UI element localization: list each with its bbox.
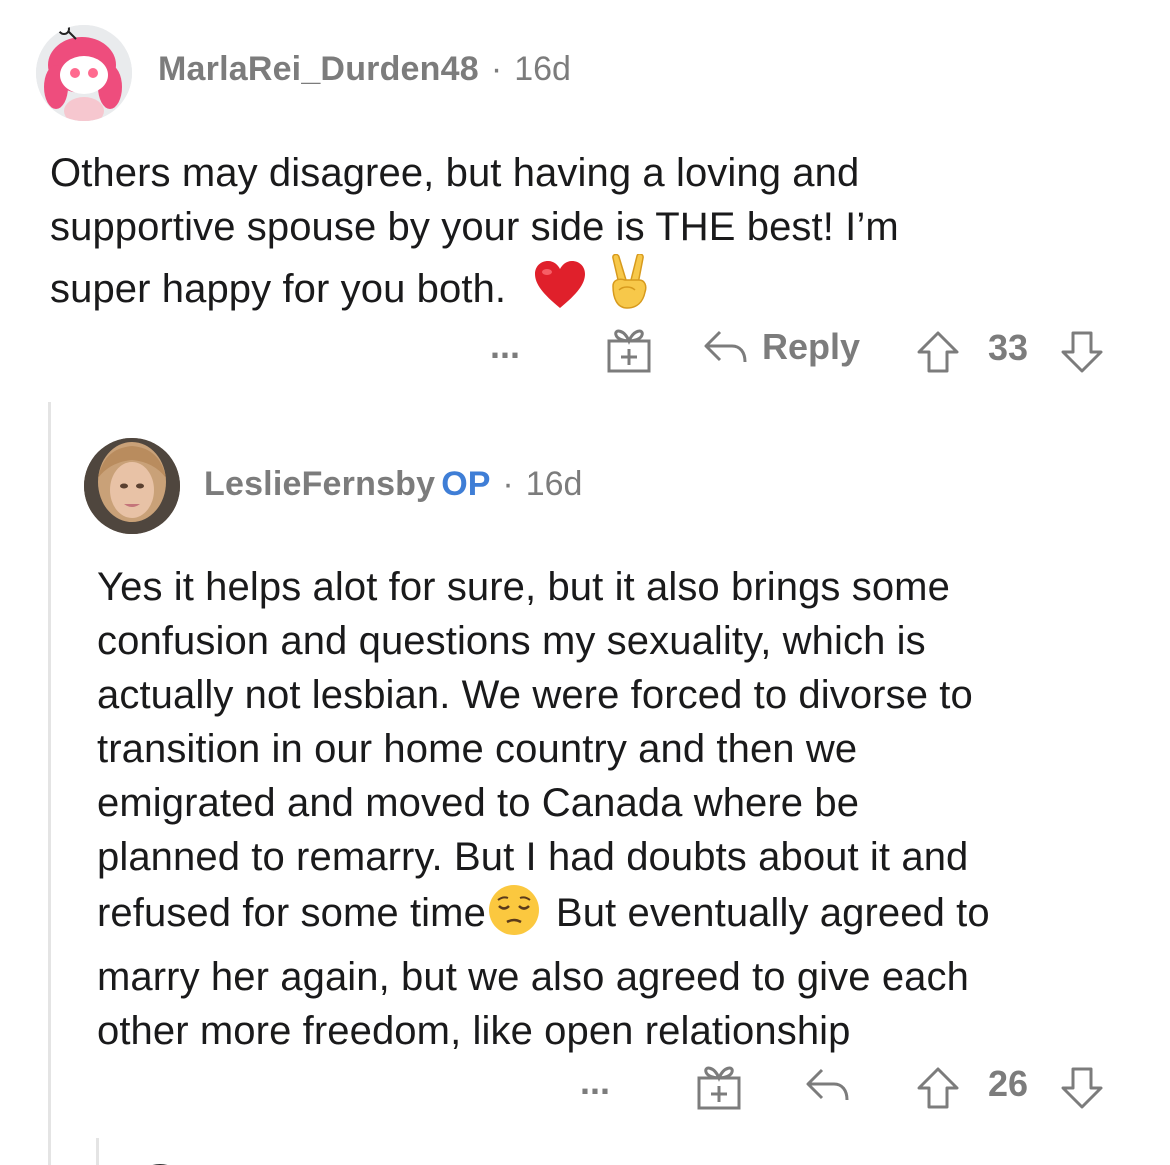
username[interactable]: MarlaRei_Durden48 <box>158 50 479 88</box>
arrow-up-icon[interactable] <box>916 1066 960 1110</box>
more-options-label: ... <box>580 1061 611 1102</box>
next-avatar-peek <box>140 1158 180 1165</box>
comment-body: Yes it helps alot for sure, but it also … <box>97 560 1157 1058</box>
comment-line: confusion and questions my sexuality, wh… <box>97 619 926 663</box>
arrow-down-icon[interactable] <box>1060 330 1104 374</box>
pensive-face-emoji <box>486 884 542 950</box>
more-options-button[interactable]: ... <box>490 325 520 367</box>
comment-line-with-emoji: super happy for you both. <box>50 253 1130 324</box>
thread-line[interactable] <box>48 402 51 1165</box>
more-options-label: ... <box>490 325 521 366</box>
profile-photo-icon <box>84 438 180 534</box>
username[interactable]: LeslieFernsby <box>204 465 435 503</box>
comment-line: But eventually agreed to <box>555 891 990 935</box>
comment-line: actually not lesbian. We were forced to … <box>97 673 973 717</box>
vote-score: 26 <box>988 1063 1029 1104</box>
comment-line: other more freedom, like open relationsh… <box>97 1009 851 1053</box>
comment-line: transition in our home country and then … <box>97 727 858 771</box>
comment-line: Others may disagree, but having a loving… <box>50 151 860 195</box>
arrow-down-icon[interactable] <box>1060 1066 1104 1110</box>
reply-button[interactable]: Reply <box>702 326 860 368</box>
comment-meta: MarlaRei_Durden48 · 16d <box>158 50 571 89</box>
comment-age: 16d <box>514 50 571 88</box>
comment-line-with-emoji: refused for some time But eventually agr… <box>97 884 1157 950</box>
gift-icon[interactable] <box>696 1062 742 1110</box>
comment-line: planned to remarry. But I had doubts abo… <box>97 835 969 879</box>
thread-line[interactable] <box>96 1138 99 1165</box>
reply-label: Reply <box>762 326 861 367</box>
comment-line: super happy for you both. <box>50 267 507 311</box>
op-badge: OP <box>441 465 491 503</box>
reply-arrow-icon[interactable] <box>804 1066 850 1104</box>
snoo-avatar-icon <box>36 25 132 121</box>
victory-hand-emoji <box>605 253 653 324</box>
more-options-button[interactable]: ... <box>580 1061 610 1103</box>
comment-line: supportive spouse by your side is THE be… <box>50 205 899 249</box>
meta-separator: · <box>490 50 503 88</box>
avatar[interactable] <box>84 438 180 534</box>
comment-line: marry her again, but we also agreed to g… <box>97 955 969 999</box>
reply-arrow-icon <box>702 328 748 366</box>
comment-age: 16d <box>525 465 583 503</box>
comment-body: Others may disagree, but having a loving… <box>50 146 1130 324</box>
comment-line: Yes it helps alot for sure, but it also … <box>97 565 950 609</box>
comment-line: emigrated and moved to Canada where be <box>97 781 860 825</box>
gift-icon[interactable] <box>606 325 652 373</box>
comment-meta: LeslieFernsby OP · 16d <box>204 465 582 504</box>
heart-emoji <box>533 260 587 324</box>
arrow-up-icon[interactable] <box>916 330 960 374</box>
meta-separator: · <box>502 465 514 503</box>
comment-line: refused for some time <box>97 891 486 935</box>
avatar[interactable] <box>36 25 132 121</box>
vote-score: 33 <box>988 327 1029 368</box>
